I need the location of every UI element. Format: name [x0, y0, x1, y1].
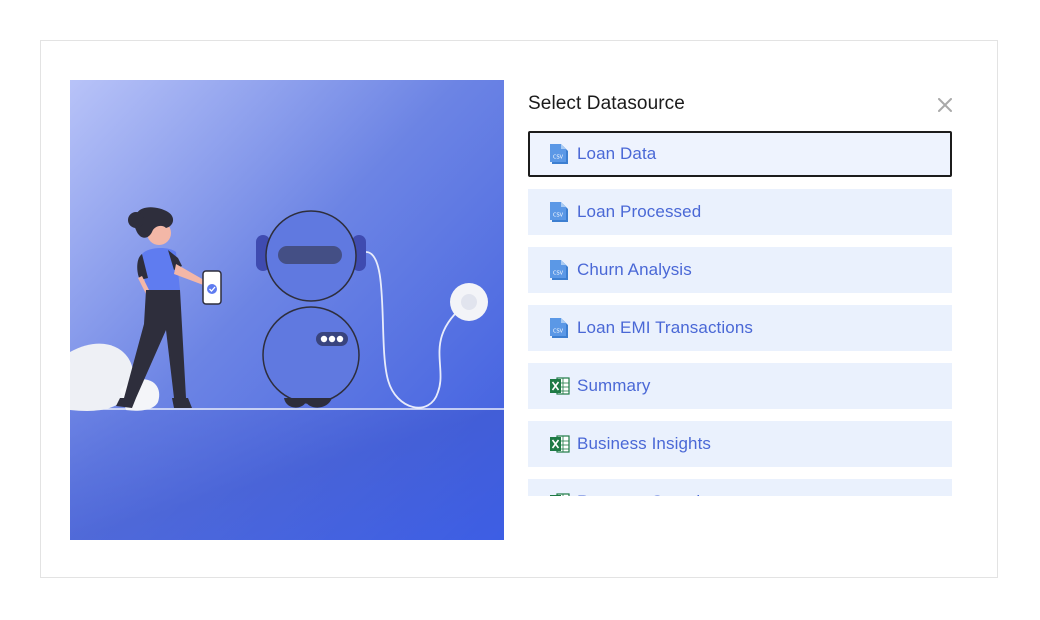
datasource-item[interactable]: CSV Loan Processed [528, 189, 952, 235]
csv-file-icon: CSV [549, 316, 571, 340]
datasource-label: Churn Analysis [577, 260, 692, 279]
datasource-item[interactable]: Revenue Overview [528, 479, 952, 496]
csv-file-icon: CSV [549, 258, 571, 282]
datasource-label: Summary [577, 376, 651, 395]
datasource-panel: Select Datasource CSV Loan Data CSV Loan Pr… [528, 80, 952, 540]
datasource-item[interactable]: Business Insights [528, 421, 952, 467]
excel-file-icon [549, 490, 571, 496]
datasource-item[interactable]: Summary [528, 363, 952, 409]
close-button[interactable] [934, 94, 956, 116]
excel-file-icon [549, 374, 571, 398]
excel-file-icon [549, 432, 571, 456]
csv-file-icon: CSV [549, 200, 571, 224]
datasource-item[interactable]: CSV Churn Analysis [528, 247, 952, 293]
datasource-label: Business Insights [577, 434, 711, 453]
datasource-label: Loan Processed [577, 202, 702, 221]
datasource-label: Loan EMI Transactions [577, 318, 753, 337]
svg-text:CSV: CSV [553, 213, 564, 219]
robot-illustration [70, 80, 504, 540]
datasource-item[interactable]: CSV Loan EMI Transactions [528, 305, 952, 351]
datasource-list[interactable]: CSV Loan Data CSV Loan Processed CSV Churn An… [528, 131, 952, 496]
close-icon [938, 98, 952, 112]
datasource-label: Loan Data [577, 144, 657, 163]
csv-file-icon: CSV [549, 142, 571, 166]
svg-text:CSV: CSV [553, 271, 564, 277]
datasource-label: Revenue Overview [577, 492, 722, 496]
select-datasource-modal: Select Datasource CSV Loan Data CSV Loan Pr… [40, 40, 998, 578]
svg-text:CSV: CSV [553, 329, 564, 335]
dialog-title: Select Datasource [528, 93, 685, 114]
datasource-item[interactable]: CSV Loan Data [528, 131, 952, 177]
svg-text:CSV: CSV [553, 155, 564, 161]
